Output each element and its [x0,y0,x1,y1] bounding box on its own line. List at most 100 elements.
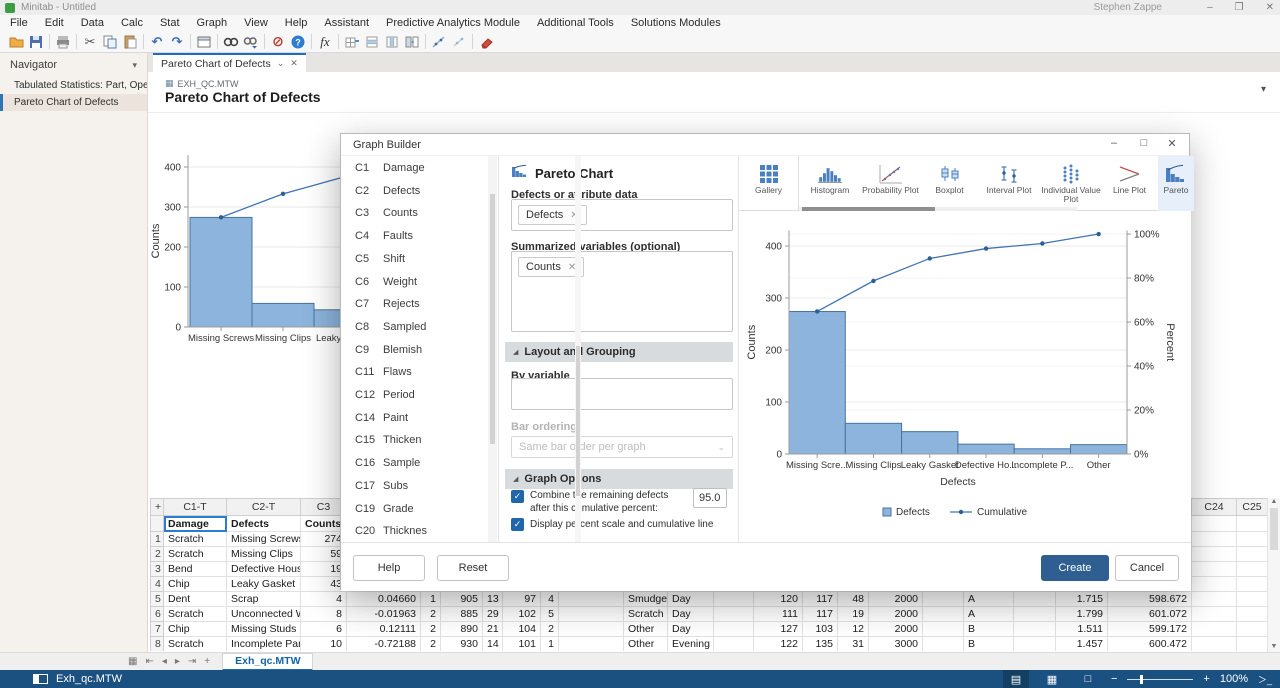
grid-cell[interactable]: 0.12111 [347,622,421,637]
grid-cell[interactable]: 1 [421,592,441,607]
grid-cell[interactable]: A [964,607,1014,622]
column-header-c1-t[interactable]: C1-T [164,499,227,516]
column-item-c11[interactable]: C11Flaws [341,366,487,386]
grid-cell[interactable]: Scratch [164,637,227,652]
grid-cell[interactable] [1014,592,1056,607]
grid-cell[interactable]: Scrap [227,592,301,607]
grid-cell[interactable]: Leaky Gasket [227,577,301,592]
grid-cell[interactable]: Defective Housi [227,562,301,577]
grid-cell[interactable]: 5 [541,607,559,622]
zoom-slider-thumb[interactable] [1140,675,1143,684]
grid-cell[interactable]: Scratch [164,607,227,622]
section-graph-options[interactable]: ◢ Graph Options [505,469,733,489]
gallery-scrollbar[interactable] [799,207,1077,211]
summarized-field[interactable]: Counts✕ [511,251,733,332]
column-item-c15[interactable]: C15Thicken [341,434,487,454]
dialog-maximize-icon[interactable]: □ [1135,137,1153,149]
grid-cell[interactable]: 1 [541,637,559,652]
zoom-in-icon[interactable]: + [1203,673,1209,685]
grid-cell[interactable] [714,622,754,637]
grid-cell[interactable]: 930 [441,637,483,652]
grid-cell[interactable] [1237,577,1268,592]
grid-cell[interactable]: 2 [421,607,441,622]
scroll-up-icon[interactable]: ▲ [1268,498,1280,505]
column-item-c4[interactable]: C4Faults [341,230,487,250]
grid-cell[interactable]: 2000 [869,622,923,637]
gallery-item-histogram[interactable]: Histogram [801,156,859,211]
column-stats-icon[interactable] [382,33,402,51]
menu-solutions-modules[interactable]: Solutions Modules [631,17,721,29]
grid-cell[interactable]: 3000 [869,637,923,652]
grid-cell[interactable]: Dent [164,592,227,607]
brush-points-icon[interactable] [449,33,469,51]
grid-cell[interactable]: Day [668,592,714,607]
insert-rows-icon[interactable] [362,33,382,51]
grid-cell[interactable]: 599.172 [1108,622,1192,637]
grid-cell[interactable]: Incomplete Part [227,637,301,652]
column-item-c7[interactable]: C7Rejects [341,298,487,318]
grid-cell[interactable]: 48 [838,592,869,607]
row-number[interactable]: 3 [151,562,164,577]
settings-panel-scrollbar[interactable] [575,156,581,542]
grid-cell[interactable] [923,592,964,607]
grid-cell[interactable] [1014,637,1056,652]
column-item-c19[interactable]: C19Grade [341,503,487,523]
column-name-cell[interactable]: Damage [164,516,227,532]
grid-cell[interactable]: 29 [483,607,503,622]
grid-cell[interactable]: 2 [421,637,441,652]
menu-calc[interactable]: Calc [121,17,143,29]
column-item-c1[interactable]: C1Damage [341,162,487,182]
view-output-icon[interactable]: ▤ [1003,670,1029,688]
gallery-item-boxplot[interactable]: Boxplot [922,156,977,211]
grid-cell[interactable] [1237,622,1268,637]
window-close-button[interactable]: ✕ [1266,2,1274,13]
help-icon[interactable]: ? [288,33,308,51]
chevron-down-icon[interactable]: ▾ [132,60,137,71]
grid-cell[interactable]: 117 [803,607,838,622]
grid-cell[interactable]: 0.04660 [347,592,421,607]
menu-stat[interactable]: Stat [160,17,180,29]
column-name-cell[interactable] [1237,516,1268,532]
grid-cell[interactable]: 111 [754,607,803,622]
combine-defects-checkbox[interactable]: ✓ [511,490,524,503]
grid-cell[interactable]: Scratch [624,607,668,622]
eraser-icon[interactable] [476,33,496,51]
grid-cell[interactable] [1192,637,1237,652]
menu-edit[interactable]: Edit [45,17,64,29]
grid-cell[interactable]: 102 [503,607,541,622]
column-item-c12[interactable]: C12Period [341,389,487,409]
view-single-icon[interactable]: □ [1075,670,1101,688]
grid-cell[interactable] [1192,607,1237,622]
grid-cell[interactable]: Day [668,622,714,637]
insert-cells-icon[interactable] [342,33,362,51]
grid-cell[interactable]: 120 [754,592,803,607]
grid-cell[interactable] [559,622,624,637]
menu-view[interactable]: View [244,17,268,29]
grid-cell[interactable] [714,607,754,622]
last-sheet-icon[interactable]: ⇥ [188,656,196,667]
grid-cell[interactable]: 905 [441,592,483,607]
dialog-minimize-icon[interactable]: – [1105,137,1123,149]
gallery-item-interval-plot[interactable]: Interval Plot [977,156,1041,211]
grid-vertical-scrollbar[interactable]: ▲ ▼ [1267,498,1280,652]
grid-cell[interactable]: 122 [754,637,803,652]
tab-dropdown-icon[interactable]: ⌄ [277,58,285,69]
grid-cell[interactable]: Bend [164,562,227,577]
grid-cell[interactable]: 1.715 [1056,592,1108,607]
save-icon[interactable] [26,33,46,51]
grid-cell[interactable] [1014,622,1056,637]
grid-cell[interactable] [1192,622,1237,637]
scroll-thumb[interactable] [1270,508,1278,550]
tab-close-icon[interactable]: ✕ [290,58,298,69]
add-sheet-icon[interactable]: + [204,656,210,667]
grid-cell[interactable]: B [964,637,1014,652]
zoom-out-icon[interactable]: − [1111,673,1117,685]
print-icon[interactable] [53,33,73,51]
first-sheet-icon[interactable]: ⇤ [145,656,153,667]
grid-cell[interactable] [1237,562,1268,577]
grid-row-7[interactable]: 7ChipMissing Studs60.121112890211042Othe… [151,622,1268,637]
column-item-c14[interactable]: C14Paint [341,412,487,432]
window-restore-button[interactable]: ❐ [1235,2,1244,13]
move-columns-icon[interactable] [402,33,422,51]
column-item-c8[interactable]: C8Sampled [341,321,487,341]
